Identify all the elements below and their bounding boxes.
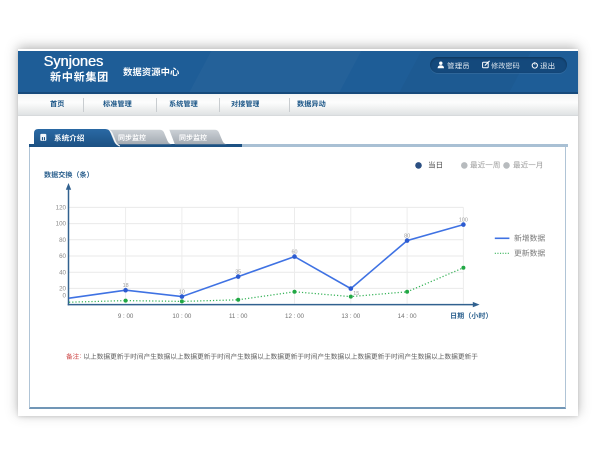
svg-text:100: 100 <box>56 221 67 228</box>
svg-text:9 : 00: 9 : 00 <box>118 313 134 320</box>
svg-text:11 : 00: 11 : 00 <box>229 313 248 320</box>
svg-text:40: 40 <box>59 269 66 276</box>
svg-text:20: 20 <box>59 286 66 293</box>
svg-text:120: 120 <box>56 205 67 212</box>
svg-text:100: 100 <box>459 217 468 223</box>
svg-text:60: 60 <box>292 249 298 255</box>
svg-text:18: 18 <box>123 283 129 289</box>
svg-text:10 : 00: 10 : 00 <box>172 313 191 320</box>
svg-text:60: 60 <box>59 253 66 260</box>
svg-text:0: 0 <box>63 293 67 300</box>
svg-text:14 : 00: 14 : 00 <box>398 313 417 320</box>
svg-text:12 : 00: 12 : 00 <box>285 313 304 320</box>
svg-text:80: 80 <box>59 237 66 244</box>
svg-text:13 : 00: 13 : 00 <box>341 313 360 320</box>
svg-text:35: 35 <box>235 269 241 275</box>
svg-text:80: 80 <box>404 233 410 239</box>
svg-text:15: 15 <box>353 291 359 297</box>
svg-text:10: 10 <box>179 289 185 295</box>
